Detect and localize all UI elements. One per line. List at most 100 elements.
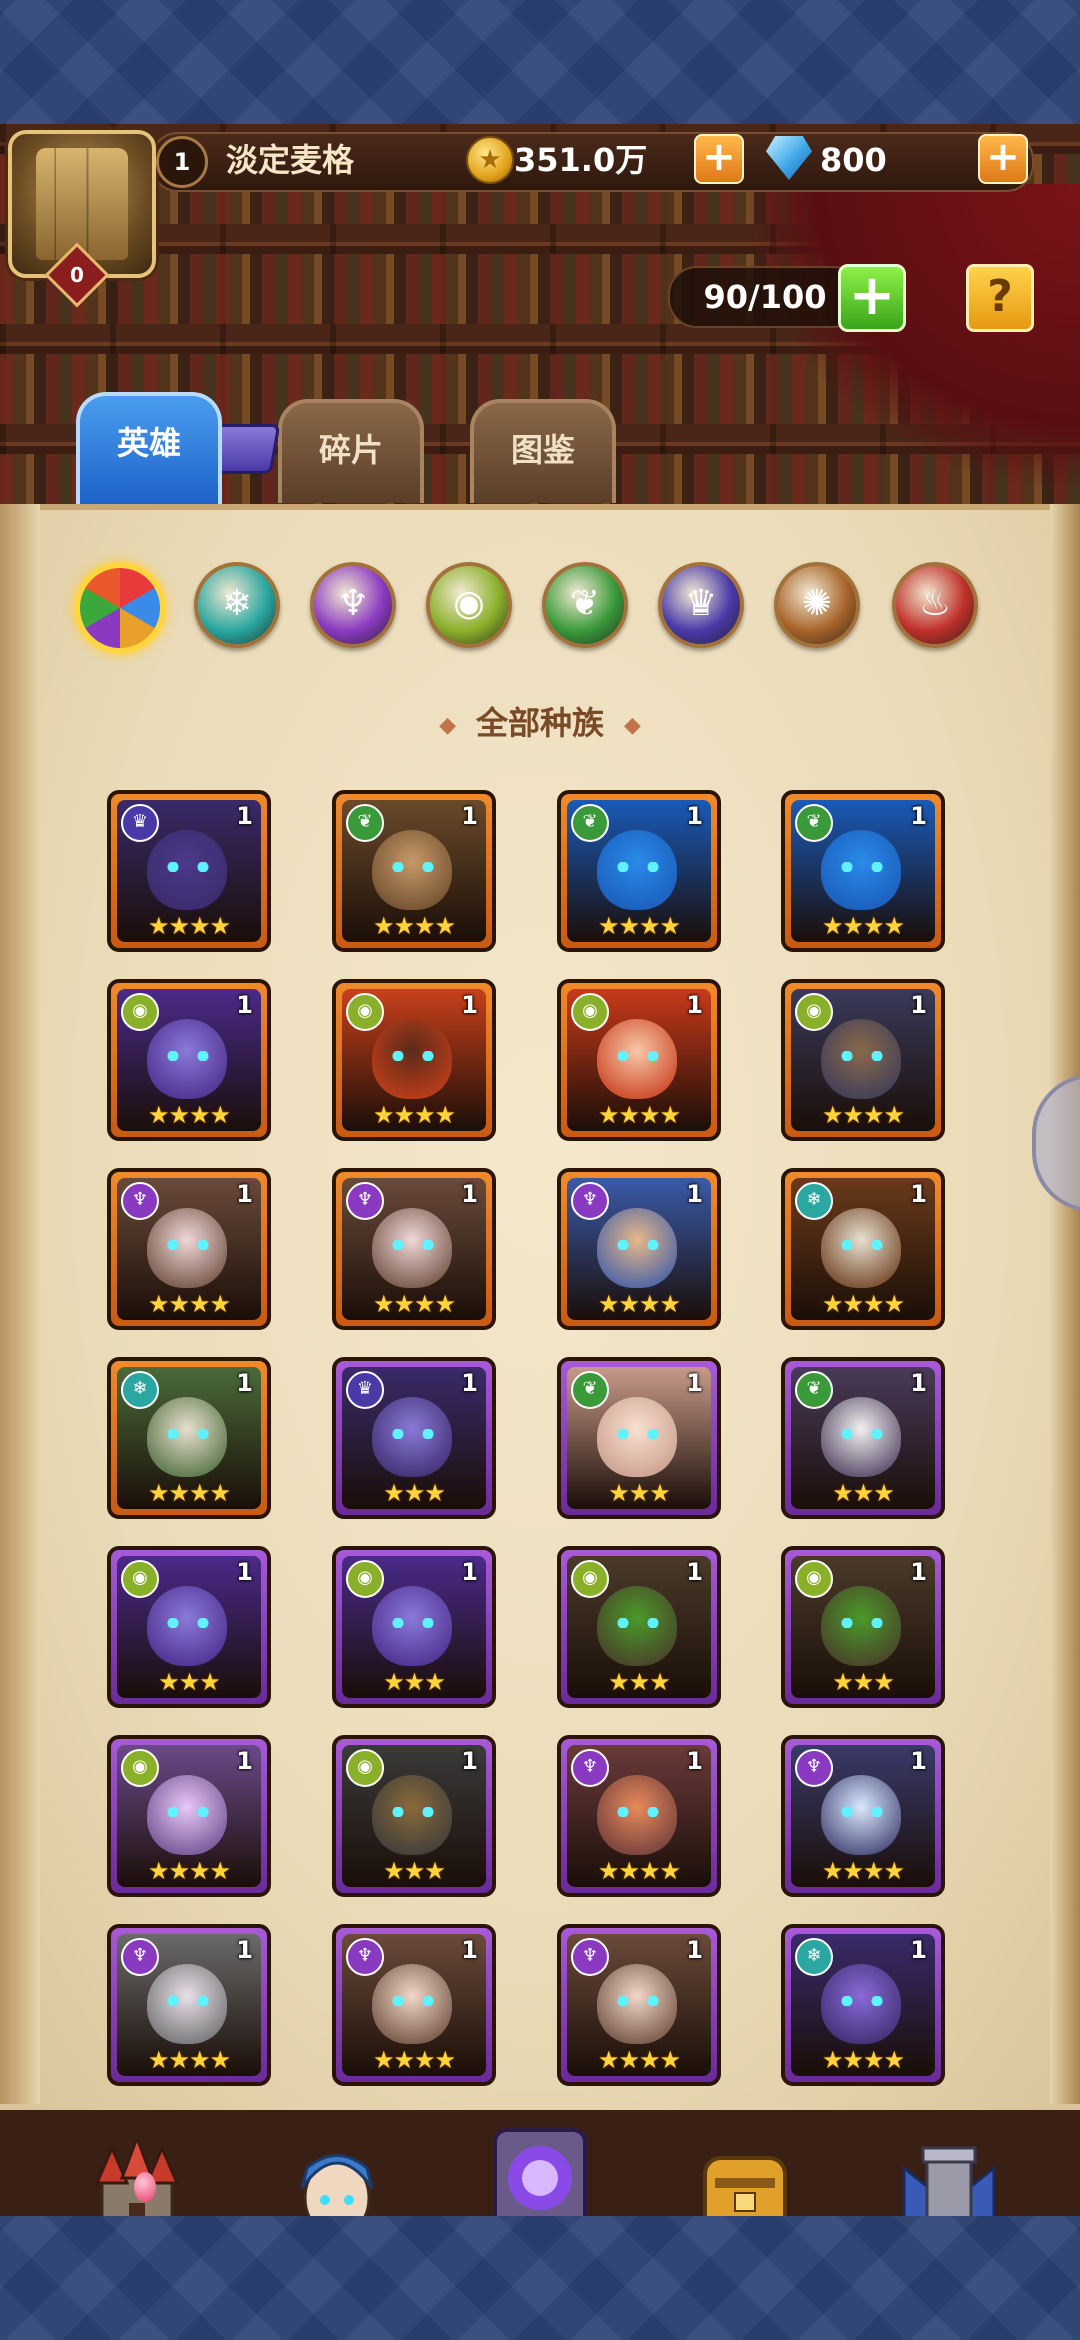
hero-card[interactable]: ◉ 1 ★★★★ <box>107 979 271 1141</box>
star-rating: ★★★★ <box>147 2046 231 2074</box>
add-diamond-button[interactable]: + <box>978 134 1028 184</box>
hero-card[interactable]: ❄ 1 ★★★★ <box>781 1168 945 1330</box>
eye-race-icon: ◉ <box>121 1560 159 1598</box>
hero-eyes <box>163 1996 213 2006</box>
hero-card[interactable]: ❄ 1 ★★★★ <box>107 1357 271 1519</box>
star-rating: ★★★★ <box>372 1101 456 1129</box>
tab-codex[interactable]: 图鉴 <box>470 399 616 503</box>
race-filter-title: ◆ 全部种族 ◆ <box>0 698 1080 744</box>
hero-level: 1 <box>910 991 927 1019</box>
hero-eyes <box>613 1429 663 1439</box>
star-rating: ★★★ <box>608 1479 671 1507</box>
hero-card[interactable]: ◉ 1 ★★★ <box>107 1546 271 1708</box>
tab-fragments[interactable]: 碎片 <box>278 399 424 503</box>
hero-card[interactable]: ❦ 1 ★★★★ <box>557 790 721 952</box>
hero-portrait: ♆ 1 ★★★★ <box>117 1178 261 1320</box>
star-rating: ★★★★ <box>821 1857 905 1885</box>
shadow-race-icon: ♆ <box>346 1182 384 1220</box>
star-rating: ★★★ <box>383 1857 446 1885</box>
hero-eyes <box>613 1996 663 2006</box>
nav-heroes[interactable]: 英雄 <box>252 2138 422 2216</box>
shadow-race-icon: ♆ <box>795 1749 833 1787</box>
eye-faction-icon[interactable]: ◉ <box>426 562 512 648</box>
player-level: 1 <box>156 136 208 188</box>
hero-portrait-icon <box>300 2154 374 2216</box>
hero-eyes <box>837 1807 887 1817</box>
hero-card[interactable]: ❦ 1 ★★★★ <box>332 790 496 952</box>
hero-eyes <box>388 1429 438 1439</box>
hero-level: 1 <box>686 1936 703 1964</box>
hero-card[interactable]: ♛ 1 ★★★ <box>332 1357 496 1519</box>
hero-card[interactable]: ❦ 1 ★★★★ <box>781 790 945 952</box>
hero-card[interactable]: ♆ 1 ★★★★ <box>557 1924 721 2086</box>
ice-faction-icon[interactable]: ❄ <box>194 562 280 648</box>
faction-filter-row: ❄ ♆ ◉ ❦ ♛ ✺ ♨ <box>70 562 990 654</box>
expand-capacity-button[interactable]: + <box>838 264 906 332</box>
tab-heroes[interactable]: 英雄 <box>76 392 222 504</box>
hero-portrait: ♆ 1 ★★★★ <box>117 1934 261 2076</box>
hero-portrait: ♆ 1 ★★★★ <box>791 1745 935 1887</box>
hero-level: 1 <box>236 1747 253 1775</box>
hero-card[interactable]: ◉ 1 ★★★★ <box>781 979 945 1141</box>
hero-card[interactable]: ◉ 1 ★★★ <box>781 1546 945 1708</box>
guild-tower-icon <box>902 2146 996 2216</box>
nav-explore[interactable]: 探险 <box>455 2120 625 2216</box>
star-rating: ★★★★ <box>372 912 456 940</box>
hero-card[interactable]: ◉ 1 ★★★★ <box>107 1735 271 1897</box>
hero-card[interactable]: ◉ 1 ★★★ <box>332 1735 496 1897</box>
hero-card[interactable]: ♆ 1 ★★★★ <box>332 1924 496 2086</box>
star-rating: ★★★★ <box>147 1479 231 1507</box>
hero-level: 1 <box>686 1180 703 1208</box>
nature-faction-icon[interactable]: ❦ <box>542 562 628 648</box>
gold-coin-icon <box>466 136 514 184</box>
nature-race-icon: ❦ <box>571 804 609 842</box>
hero-card[interactable]: ♛ 1 ★★★★ <box>107 790 271 952</box>
star-rating: ★★★ <box>383 1668 446 1696</box>
hero-card[interactable]: ◉ 1 ★★★★ <box>557 979 721 1141</box>
diamond-amount: 800 <box>820 141 887 179</box>
nav-guild[interactable]: 公会 <box>864 2138 1034 2216</box>
hero-eyes <box>388 1618 438 1628</box>
hero-card[interactable]: ◉ 1 ★★★★ <box>332 979 496 1141</box>
hero-card[interactable]: ♆ 1 ★★★★ <box>107 1168 271 1330</box>
hero-level: 1 <box>461 1936 478 1964</box>
eye-race-icon: ◉ <box>795 1560 833 1598</box>
hero-eyes <box>388 1051 438 1061</box>
hero-card[interactable]: ♆ 1 ★★★★ <box>557 1168 721 1330</box>
hero-eyes <box>388 1807 438 1817</box>
hero-card[interactable]: ♆ 1 ★★★★ <box>332 1168 496 1330</box>
hero-portrait: ◉ 1 ★★★★ <box>791 989 935 1131</box>
outer-frame-top <box>0 0 1080 124</box>
hero-card[interactable]: ♆ 1 ★★★★ <box>107 1924 271 2086</box>
hero-level: 1 <box>461 1558 478 1586</box>
hero-level: 1 <box>461 802 478 830</box>
hero-card[interactable]: ♆ 1 ★★★★ <box>557 1735 721 1897</box>
fire-faction-icon[interactable]: ♨ <box>892 562 978 648</box>
eye-race-icon: ◉ <box>121 993 159 1031</box>
eye-race-icon: ◉ <box>346 993 384 1031</box>
race-title-text: 全部种族 <box>475 704 604 742</box>
hero-portrait: ◉ 1 ★★★ <box>791 1556 935 1698</box>
demon-faction-icon[interactable]: ♛ <box>658 562 744 648</box>
hero-level: 1 <box>461 991 478 1019</box>
hero-level: 1 <box>236 1936 253 1964</box>
hero-portrait: ♆ 1 ★★★★ <box>567 1178 711 1320</box>
add-gold-button[interactable]: + <box>694 134 744 184</box>
hero-card[interactable]: ❄ 1 ★★★★ <box>781 1924 945 2086</box>
hero-level: 1 <box>236 1180 253 1208</box>
radiant-faction-icon[interactable]: ✺ <box>774 562 860 648</box>
hero-card[interactable]: ◉ 1 ★★★ <box>332 1546 496 1708</box>
hero-portrait: ◉ 1 ★★★ <box>117 1556 261 1698</box>
hero-portrait: ❄ 1 ★★★★ <box>791 1934 935 2076</box>
hero-card[interactable]: ❦ 1 ★★★ <box>557 1357 721 1519</box>
hero-card[interactable]: ♆ 1 ★★★★ <box>781 1735 945 1897</box>
hero-card[interactable]: ❦ 1 ★★★ <box>781 1357 945 1519</box>
hero-portrait: ❦ 1 ★★★ <box>567 1367 711 1509</box>
help-button[interactable]: ? <box>966 264 1034 332</box>
hero-level: 1 <box>236 802 253 830</box>
hero-eyes <box>163 1429 213 1439</box>
all-races-icon[interactable] <box>74 562 166 654</box>
shadow-faction-icon[interactable]: ♆ <box>310 562 396 648</box>
hero-card[interactable]: ◉ 1 ★★★ <box>557 1546 721 1708</box>
nav-backpack[interactable]: 背包 <box>660 2138 830 2216</box>
